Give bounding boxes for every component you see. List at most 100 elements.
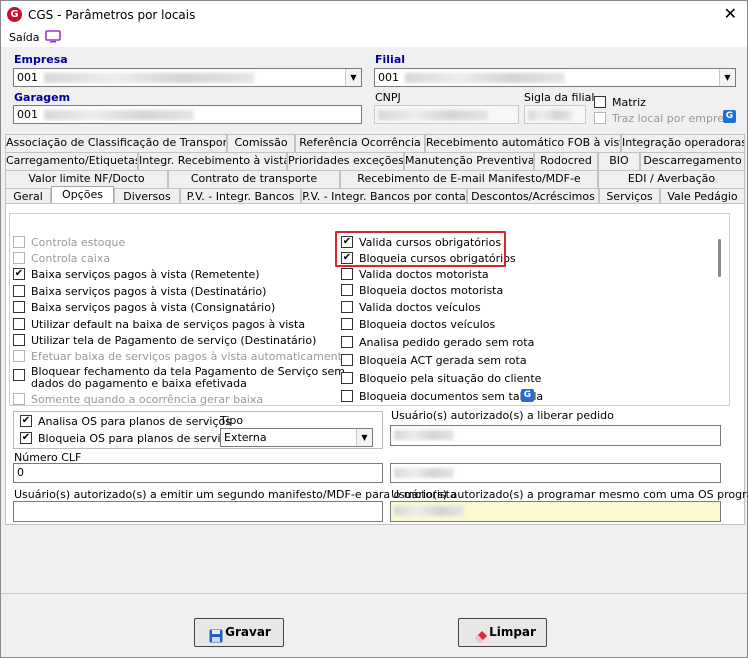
bloqueia-documentos-label: Bloqueia documentos sem tabela bbox=[359, 390, 544, 403]
limpar-label: Limpar bbox=[489, 625, 536, 639]
footer-separator bbox=[1, 593, 747, 594]
eraser-icon bbox=[473, 626, 489, 643]
bloquear-fechamento-checkbox[interactable] bbox=[13, 369, 25, 381]
tab-comissao[interactable]: Comissão bbox=[227, 134, 295, 152]
tab-recebimento-fob[interactable]: Recebimento automático FOB à vista bbox=[425, 134, 621, 152]
cgs-logo-icon: G bbox=[7, 7, 22, 22]
filial-value: 001 bbox=[378, 71, 399, 84]
tab-prioridades[interactable]: Prioridades exceções bbox=[287, 152, 404, 170]
controla-estoque-label: Controla estoque bbox=[31, 236, 126, 249]
utilizar-tela-checkbox[interactable] bbox=[13, 334, 25, 346]
baixa-destinatario-label: Baixa serviços pagos à vista (Destinatár… bbox=[31, 285, 267, 298]
tab-integr-recebimento[interactable]: Integr. Recebimento à vista bbox=[138, 152, 287, 170]
gravar-label: Gravar bbox=[225, 625, 271, 639]
floppy-disk-icon bbox=[209, 626, 223, 643]
tab-recebimento-email[interactable]: Recebimento de E-mail Manifesto/MDF-e bbox=[340, 170, 598, 188]
tab-manutencao[interactable]: Manutenção Preventiva bbox=[404, 152, 534, 170]
valida-doctos-veiculos-checkbox[interactable] bbox=[341, 301, 353, 313]
tab-carregamento[interactable]: Carregamento/Etiquetas bbox=[5, 152, 138, 170]
utilizar-tela-label: Utilizar tela de Pagamento de serviço (D… bbox=[31, 334, 317, 347]
monitor-icon[interactable] bbox=[45, 30, 61, 43]
tab-integracao-operadoras[interactable]: Integração operadoras bbox=[621, 134, 745, 152]
right-extra-field[interactable] bbox=[390, 463, 721, 483]
analisa-os-checkbox[interactable]: ✔ bbox=[20, 415, 32, 427]
chevron-down-icon[interactable]: ▼ bbox=[345, 69, 361, 86]
tipo-label: Tipo bbox=[220, 414, 244, 427]
menu-bar: Saída bbox=[1, 29, 747, 47]
valida-doctos-motorista-checkbox[interactable] bbox=[341, 268, 353, 280]
controla-estoque-checkbox[interactable] bbox=[13, 236, 25, 248]
bloqueia-doctos-motorista-checkbox[interactable] bbox=[341, 284, 353, 296]
cgs-help-icon[interactable]: G bbox=[723, 110, 736, 123]
bloqueio-situacao-checkbox[interactable] bbox=[341, 372, 353, 384]
utilizar-default-checkbox[interactable] bbox=[13, 318, 25, 330]
somente-ocorrencia-checkbox[interactable] bbox=[13, 393, 25, 405]
baixa-destinatario-checkbox[interactable] bbox=[13, 285, 25, 297]
usuarios-liberar-label: Usuário(s) autorizado(s) a liberar pedid… bbox=[391, 409, 614, 422]
tab-descarregamento[interactable]: Descarregamento bbox=[640, 152, 745, 170]
usuarios-liberar-field[interactable] bbox=[390, 425, 721, 446]
cnpj-blur bbox=[378, 110, 488, 120]
numero-clf-field[interactable]: 0 bbox=[13, 463, 383, 483]
close-icon[interactable]: ✕ bbox=[724, 4, 737, 23]
analisa-pedido-label: Analisa pedido gerado sem rota bbox=[359, 336, 535, 349]
baixa-consignatario-checkbox[interactable] bbox=[13, 301, 25, 313]
efetuar-baixa-label: Efetuar baixa de serviços pagos à vista … bbox=[31, 350, 349, 363]
garagem-value: 001 bbox=[17, 108, 38, 121]
analisa-pedido-checkbox[interactable] bbox=[341, 336, 353, 348]
traz-local-label: Traz local por empresa bbox=[612, 112, 737, 125]
filial-select[interactable]: 001 ▼ bbox=[374, 68, 736, 87]
limpar-button[interactable]: Limpar bbox=[458, 618, 547, 647]
analisa-os-label: Analisa OS para planos de serviços bbox=[38, 415, 231, 428]
garagem-dropdown[interactable] bbox=[345, 106, 361, 123]
bloqueia-documentos-checkbox[interactable] bbox=[341, 390, 353, 402]
controla-caixa-checkbox[interactable] bbox=[13, 252, 25, 264]
baixa-remetente-label: Baixa serviços pagos à vista (Remetente) bbox=[31, 268, 260, 281]
empresa-select[interactable]: 001 ▼ bbox=[13, 68, 362, 87]
programar-os-field[interactable] bbox=[390, 501, 721, 522]
bloqueio-situacao-label: Bloqueio pela situação do cliente bbox=[359, 372, 542, 385]
tab-rodocred[interactable]: Rodocred bbox=[534, 152, 598, 170]
traz-local-checkbox[interactable] bbox=[594, 112, 606, 124]
tipo-value: Externa bbox=[224, 431, 267, 444]
bloqueia-act-checkbox[interactable] bbox=[341, 354, 353, 366]
bloqueia-doctos-veiculos-checkbox[interactable] bbox=[341, 318, 353, 330]
programar-os-label: Usuário(s) autorizado(s) a programar mes… bbox=[391, 488, 748, 501]
garagem-select[interactable]: 001 bbox=[13, 105, 362, 124]
right-extra-blur bbox=[394, 468, 454, 478]
tab-associacao[interactable]: Associação de Classificação de Transport… bbox=[5, 134, 227, 152]
chevron-down-icon[interactable]: ▼ bbox=[719, 69, 735, 86]
efetuar-baixa-checkbox[interactable] bbox=[13, 350, 25, 362]
matriz-checkbox[interactable] bbox=[594, 96, 606, 108]
segundo-manifesto-field[interactable] bbox=[13, 501, 383, 522]
sigla-label: Sigla da filial bbox=[524, 91, 595, 104]
tab-referencia-ocorrencia[interactable]: Referência Ocorrência bbox=[295, 134, 425, 152]
bloqueia-doctos-motorista-label: Bloqueia doctos motorista bbox=[359, 284, 504, 297]
menu-saida[interactable]: Saída bbox=[9, 31, 40, 44]
tab-contrato[interactable]: Contrato de transporte bbox=[168, 170, 340, 188]
valida-doctos-veiculos-label: Valida doctos veículos bbox=[359, 301, 481, 314]
highlight-box bbox=[335, 231, 506, 267]
filial-label: Filial bbox=[375, 53, 406, 66]
cgs-help-icon-2[interactable]: G bbox=[521, 389, 534, 402]
bloqueia-act-label: Bloqueia ACT gerada sem rota bbox=[359, 354, 527, 367]
valida-doctos-motorista-label: Valida doctos motorista bbox=[359, 268, 489, 281]
gravar-button[interactable]: Gravar bbox=[194, 618, 284, 647]
chevron-down-icon[interactable]: ▼ bbox=[356, 429, 372, 446]
empresa-label: Empresa bbox=[14, 53, 68, 66]
bloqueia-os-checkbox[interactable]: ✔ bbox=[20, 432, 32, 444]
programar-os-blur bbox=[394, 506, 464, 516]
cnpj-label: CNPJ bbox=[375, 91, 401, 104]
tab-bio[interactable]: BIO bbox=[598, 152, 640, 170]
controla-caixa-label: Controla caixa bbox=[31, 252, 111, 265]
sigla-field bbox=[524, 105, 586, 124]
baixa-remetente-checkbox[interactable]: ✔ bbox=[13, 268, 25, 280]
utilizar-default-label: Utilizar default na baixa de serviços pa… bbox=[31, 318, 306, 331]
options-scrollbar[interactable] bbox=[718, 239, 721, 277]
sigla-blur bbox=[528, 110, 572, 120]
title-bar: G CGS - Parâmetros por locais ✕ bbox=[1, 1, 747, 29]
tipo-select[interactable]: Externa ▼ bbox=[220, 428, 373, 447]
baixa-consignatario-label: Baixa serviços pagos à vista (Consignatá… bbox=[31, 301, 276, 314]
numero-clf-value: 0 bbox=[17, 466, 24, 479]
tab-edi-averbacao[interactable]: EDI / Averbação bbox=[598, 170, 745, 188]
